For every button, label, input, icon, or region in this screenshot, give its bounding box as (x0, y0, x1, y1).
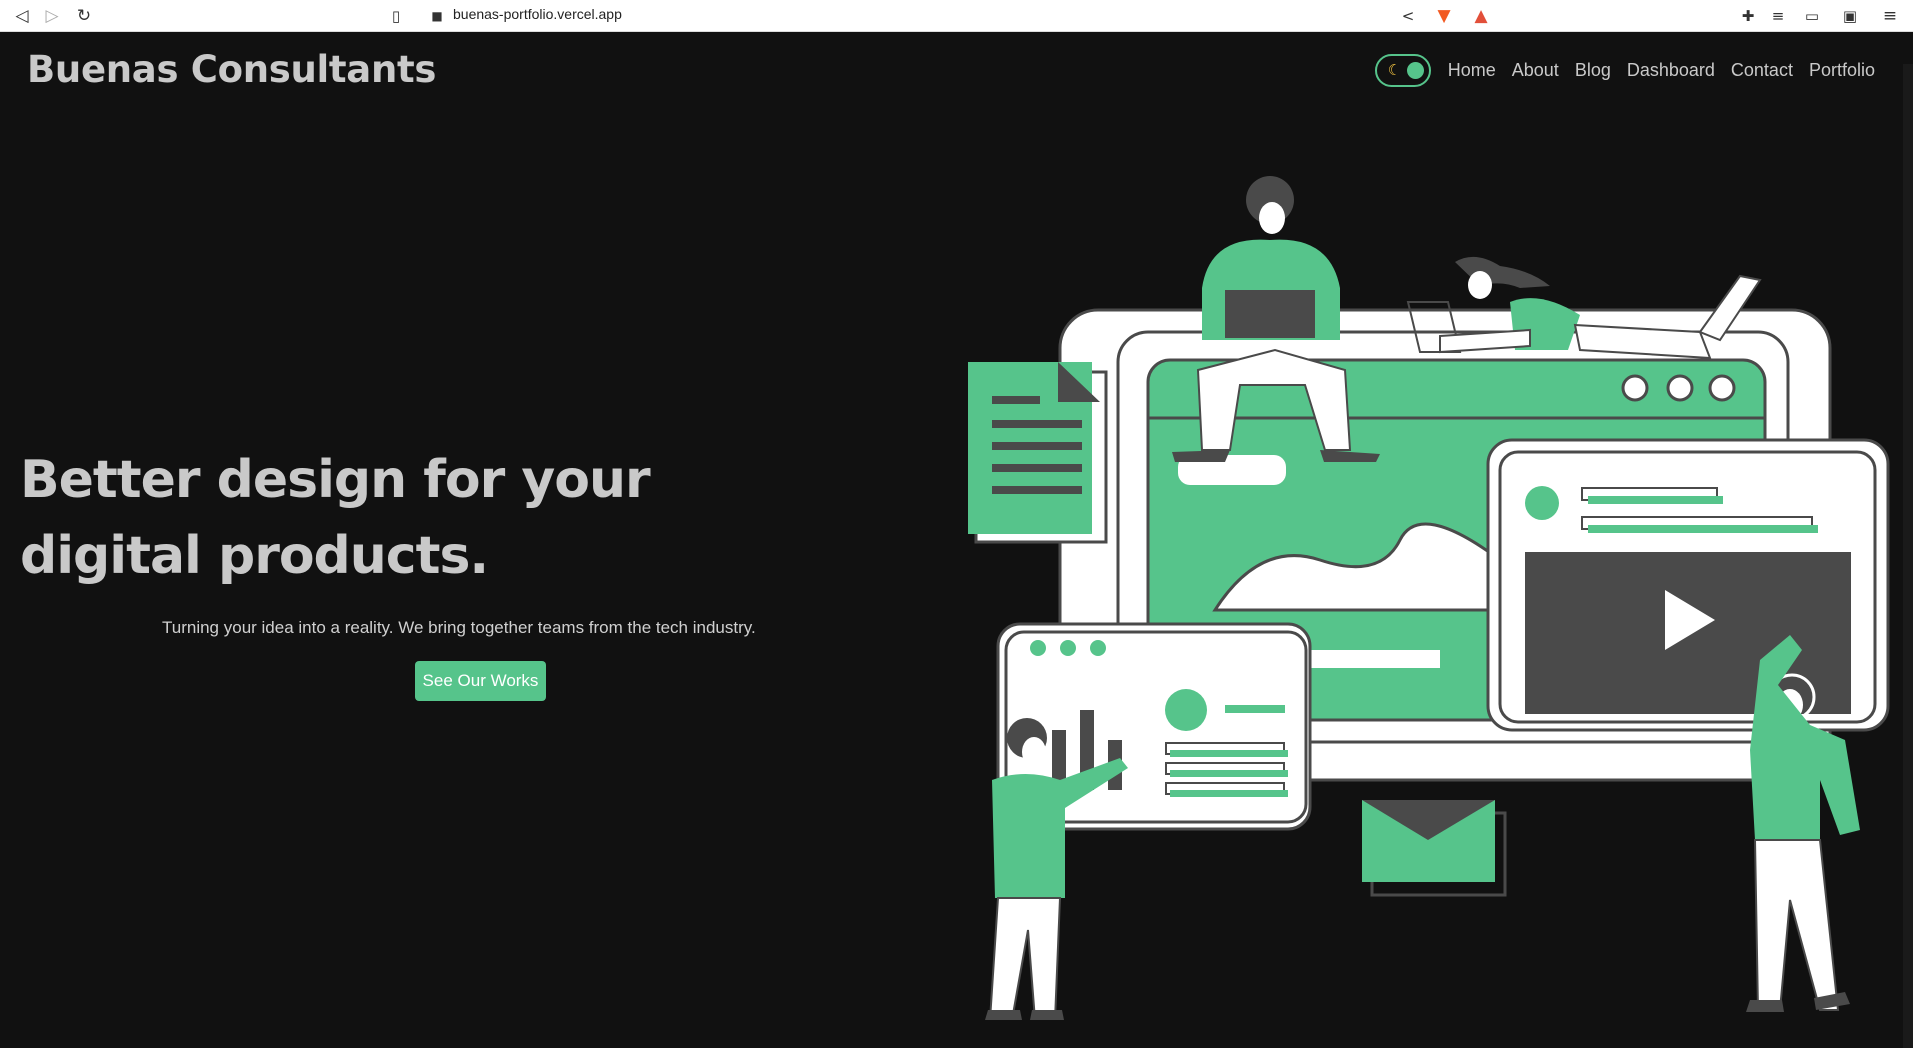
nav-blog[interactable]: Blog (1575, 60, 1611, 81)
sidebar-icon[interactable]: ▭ (1802, 4, 1822, 28)
theme-toggle[interactable]: ☾ (1374, 54, 1431, 87)
lock-icon: ■ (431, 9, 443, 23)
brave-shield-icon[interactable]: ▼ (1434, 4, 1454, 28)
wallet-icon[interactable]: ▣ (1840, 4, 1860, 28)
menu-icon[interactable]: ≡ (1880, 4, 1900, 28)
hero-title: Better design for your digital products. (20, 450, 651, 586)
reload-icon[interactable]: ↻ (74, 4, 94, 28)
nav-about[interactable]: About (1512, 60, 1559, 81)
back-icon[interactable]: ◁ (12, 4, 32, 28)
extensions-icon[interactable]: ✚ (1738, 4, 1758, 28)
page: Buenas Consultants ☾ Home About Blog Das… (0, 32, 1913, 1048)
bookmark-icon[interactable]: ▯ (386, 4, 406, 28)
toggle-knob (1406, 62, 1424, 79)
browser-toolbar: ◁ ▷ ↻ ▯ ■ buenas-portfolio.vercel.app < … (0, 0, 1913, 32)
nav-dashboard[interactable]: Dashboard (1627, 60, 1715, 81)
hero-subtitle: Turning your idea into a reality. We bri… (162, 618, 756, 637)
scrollbar[interactable] (1903, 64, 1913, 1048)
nav-portfolio[interactable]: Portfolio (1809, 60, 1875, 81)
playlist-icon[interactable]: ≡ (1768, 4, 1788, 28)
brand-logo[interactable]: Buenas Consultants (27, 48, 436, 91)
forward-icon[interactable]: ▷ (42, 4, 62, 28)
see-our-works-button[interactable]: See Our Works (415, 661, 546, 701)
share-icon[interactable]: < (1398, 4, 1418, 28)
nav-home[interactable]: Home (1448, 60, 1496, 81)
nav-contact[interactable]: Contact (1731, 60, 1793, 81)
hero-illustration (968, 176, 1890, 1020)
rewards-icon[interactable]: ▲ (1470, 4, 1492, 28)
address-bar[interactable]: buenas-portfolio.vercel.app (453, 6, 622, 22)
main-nav: ☾ Home About Blog Dashboard Contact Port… (1374, 54, 1875, 87)
moon-icon: ☾ (1387, 61, 1402, 79)
